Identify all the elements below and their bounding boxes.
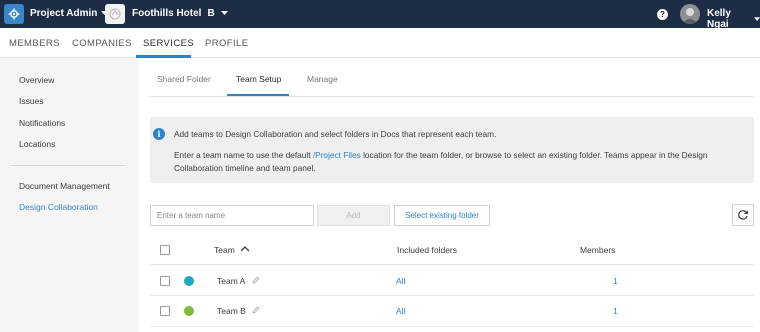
- edit-pencil-icon[interactable]: [252, 276, 260, 284]
- team-color-dot: [184, 306, 194, 316]
- sort-ascending-icon[interactable]: [241, 246, 249, 252]
- row-checkbox[interactable]: [160, 306, 170, 316]
- sidebar-item-document-management[interactable]: Document Management: [19, 181, 110, 191]
- top-bar: Project Admin Foothills Hotel B ? Kelly …: [0, 0, 760, 30]
- tab-manage[interactable]: Manage: [307, 74, 338, 84]
- sidebar-item-design-collaboration[interactable]: Design Collaboration: [19, 202, 98, 212]
- sidebar-item-notifications[interactable]: Notifications: [19, 118, 65, 128]
- project-name: Foothills Hotel: [132, 8, 202, 19]
- team-name: Team B: [217, 306, 246, 316]
- row-divider: [150, 326, 754, 327]
- help-icon[interactable]: ?: [657, 9, 668, 20]
- tab-members[interactable]: MEMBERS: [9, 38, 60, 49]
- tab-companies[interactable]: COMPANIES: [72, 38, 132, 49]
- main-nav-tabs: MEMBERS COMPANIES SERVICES PROFILE: [0, 28, 760, 58]
- included-folders-link[interactable]: All: [396, 276, 405, 286]
- sidebar-item-overview[interactable]: Overview: [19, 75, 54, 85]
- column-header-members: Members: [580, 245, 616, 255]
- info-text-secondary: Enter a team name to use the default /Pr…: [174, 149, 748, 175]
- members-count-link[interactable]: 1: [613, 276, 618, 286]
- team-color-dot: [184, 276, 194, 286]
- sidebar: Overview Issues Notifications Locations …: [0, 58, 139, 332]
- sidebar-divider: [11, 165, 125, 166]
- tab-shared-folder[interactable]: Shared Folder: [157, 74, 211, 84]
- tab-profile[interactable]: PROFILE: [205, 38, 248, 49]
- user-menu[interactable]: Kelly Ngai: [707, 8, 760, 30]
- project-files-link[interactable]: /Project Files: [313, 150, 361, 160]
- user-name: Kelly Ngai: [707, 8, 731, 30]
- info-text-primary: Add teams to Design Collaboration and se…: [174, 129, 497, 139]
- team-name-input[interactable]: [150, 205, 314, 226]
- chevron-down-icon: [753, 16, 760, 21]
- refresh-icon: [738, 210, 748, 220]
- tab-team-setup[interactable]: Team Setup: [236, 74, 281, 84]
- chevron-down-icon: [220, 11, 228, 15]
- gear-icon[interactable]: [4, 4, 24, 24]
- row-divider: [150, 295, 754, 296]
- sidebar-item-issues[interactable]: Issues: [19, 96, 44, 106]
- app-title: Project Admin: [30, 8, 98, 19]
- info-icon: i: [153, 128, 165, 140]
- column-header-included-folders: Included folders: [397, 245, 458, 255]
- project-thumbnail: [105, 4, 125, 24]
- project-switcher[interactable]: Foothills Hotel B: [132, 8, 228, 19]
- app-switcher[interactable]: Project Admin: [30, 8, 109, 19]
- members-count-link[interactable]: 1: [613, 306, 618, 316]
- tab-services[interactable]: SERVICES: [143, 38, 194, 49]
- team-name: Team A: [217, 276, 246, 286]
- edit-pencil-icon[interactable]: [252, 306, 260, 314]
- sidebar-item-locations[interactable]: Locations: [19, 139, 55, 149]
- avatar[interactable]: [680, 4, 700, 24]
- subtab-divider: [149, 96, 754, 97]
- row-checkbox[interactable]: [160, 276, 170, 286]
- active-tab-indicator: [136, 55, 191, 58]
- add-team-button[interactable]: Add: [317, 205, 390, 226]
- refresh-button[interactable]: [732, 204, 754, 226]
- select-existing-folder-button[interactable]: Select existing folder: [394, 205, 490, 226]
- included-folders-link[interactable]: All: [396, 306, 405, 316]
- table-header-divider: [150, 264, 754, 265]
- select-all-checkbox[interactable]: [160, 245, 170, 255]
- info-text-before-link: Enter a team name to use the default: [174, 150, 313, 160]
- column-header-team[interactable]: Team: [214, 245, 235, 255]
- project-badge: B: [207, 8, 215, 19]
